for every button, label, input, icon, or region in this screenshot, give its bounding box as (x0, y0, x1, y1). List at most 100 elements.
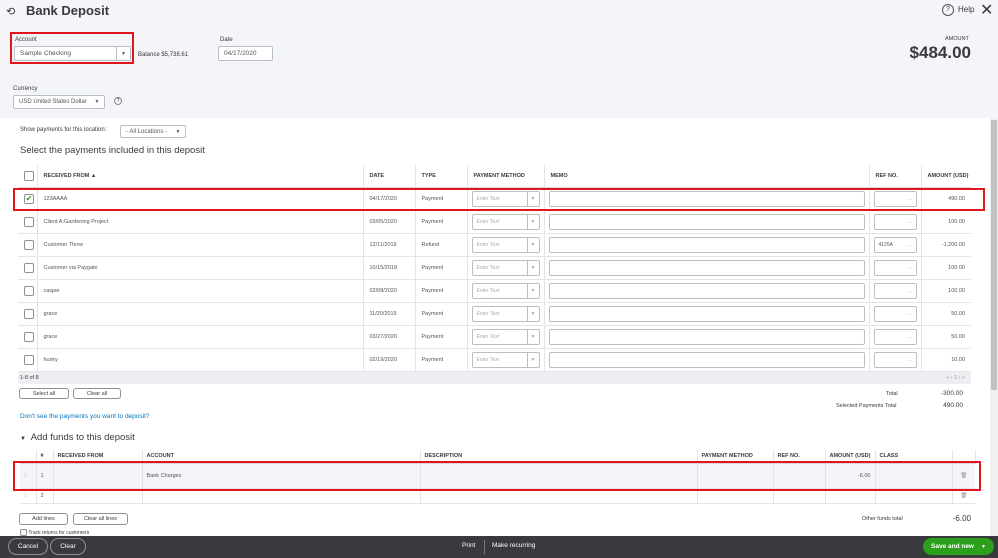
track-returns-checkbox[interactable]: Track returns for customers (20, 529, 89, 536)
add-lines-button[interactable]: Add lines (19, 513, 68, 525)
clear-button[interactable]: Clear (50, 538, 86, 555)
payment-method-select[interactable]: Enter Text ▼ (471, 305, 540, 322)
received-from-link[interactable]: casper (37, 279, 364, 303)
checkbox-cell[interactable] (18, 233, 38, 257)
ref-no-input[interactable]: ... (873, 328, 917, 345)
placeholder: Enter Text (476, 356, 500, 363)
checkbox-cell[interactable] (18, 325, 38, 349)
placeholder: Enter Text (476, 218, 500, 225)
col-type[interactable]: TYPE (415, 165, 468, 188)
ref-no-input[interactable]: ... (873, 213, 917, 230)
col-memo[interactable]: MEMO (544, 165, 870, 188)
payment-method-select[interactable]: Enter Text ▼ (471, 328, 540, 345)
select-all-button[interactable]: Select all (19, 388, 69, 399)
track-returns-label: Track returns for customers (28, 529, 90, 536)
account-balance: Balance $5,738.61 (138, 52, 189, 58)
memo-input[interactable] (548, 236, 865, 253)
date-input[interactable]: 04/17/2020 (218, 46, 273, 61)
clear-all-button[interactable]: Clear all (73, 388, 121, 399)
received-from-link[interactable]: grace (37, 302, 364, 326)
row-checkbox[interactable] (24, 331, 34, 342)
payment-method-select[interactable]: Enter Text ▼ (471, 236, 540, 253)
checkbox[interactable] (20, 529, 27, 536)
col-date[interactable]: DATE (363, 165, 416, 188)
row-checkbox[interactable] (24, 262, 34, 273)
received-from-link[interactable]: Customer via Paygate (37, 256, 364, 280)
help-link[interactable]: Help (958, 5, 974, 14)
print-button[interactable]: Print (462, 542, 475, 549)
more-icon: ... (907, 356, 912, 363)
help-icon[interactable]: ? (942, 4, 954, 16)
scrollbar-thumb[interactable] (991, 120, 997, 390)
memo-input[interactable] (548, 351, 865, 368)
col-received-from[interactable]: RECEIVED FROM ▲ (37, 165, 364, 188)
col-payment-method[interactable]: PAYMENT METHOD (467, 165, 545, 188)
cancel-button[interactable]: Cancel (8, 538, 48, 555)
chevron-down-icon: ▼ (526, 214, 539, 229)
received-from-link[interactable]: grace (37, 325, 364, 349)
date-cell: 03/05/2020 (363, 210, 416, 234)
ref-no-input[interactable]: ... (873, 351, 917, 368)
missing-payments-link[interactable]: Don't see the payments you want to depos… (20, 413, 150, 420)
chevron-down-icon[interactable]: ▼ (981, 544, 986, 550)
memo-input[interactable] (548, 305, 865, 322)
save-and-new-button[interactable]: Save and new ▼ (923, 538, 994, 555)
memo-input[interactable] (548, 213, 865, 230)
chevron-down-icon: ▼ (90, 96, 104, 108)
header-checkbox[interactable] (24, 170, 34, 181)
type-cell: Payment (415, 210, 468, 234)
amount-cell: 50.00 (921, 302, 971, 326)
placeholder: Enter Text (476, 287, 500, 294)
col-amount[interactable]: AMOUNT (USD) (921, 165, 971, 188)
payment-method-select[interactable]: Enter Text ▼ (471, 351, 540, 368)
checkbox-cell[interactable] (18, 348, 38, 372)
ref-no-input[interactable]: 4125A... (873, 236, 917, 253)
checkbox-cell[interactable] (18, 279, 38, 303)
close-icon[interactable]: ✕ (980, 0, 993, 20)
date-cell: 11/20/2019 (363, 302, 416, 326)
header-panel (0, 0, 998, 118)
add-funds-toggle[interactable]: ▼ Add funds to this deposit (20, 432, 135, 443)
scrollbar[interactable] (990, 118, 998, 536)
currency-help-icon[interactable]: ? (114, 97, 122, 105)
chevron-down-icon: ▼ (175, 128, 181, 135)
col-ref-no[interactable]: REF NO. (869, 165, 922, 188)
payment-method-select[interactable]: Enter Text ▼ (471, 259, 540, 276)
memo-input[interactable] (548, 259, 865, 276)
account-select[interactable]: Sample Checking ▼ (14, 46, 131, 61)
clear-all-lines-button[interactable]: Clear all lines (73, 513, 128, 525)
location-select[interactable]: - All Locations - ▼ (120, 125, 186, 138)
checkbox-cell[interactable] (18, 256, 38, 280)
pager-controls[interactable]: « ‹ 1 › » (946, 375, 965, 381)
location-label: Show payments for this location: (20, 127, 107, 133)
ref-no-input[interactable]: ... (873, 282, 917, 299)
amount-cell: 100.00 (921, 279, 971, 303)
memo-input[interactable] (548, 282, 865, 299)
make-recurring-button[interactable]: Make recurring (492, 542, 535, 549)
payment-method-select[interactable]: Enter Text ▼ (471, 282, 540, 299)
more-icon: ... (907, 241, 912, 248)
checkbox-cell[interactable] (18, 302, 38, 326)
ref-no-input[interactable]: ... (873, 259, 917, 276)
memo-input[interactable] (548, 328, 865, 345)
checkbox-cell[interactable] (18, 210, 38, 234)
received-from-link[interactable]: Client A:Gardening Project (37, 210, 364, 234)
row-checkbox[interactable] (24, 216, 34, 227)
page-title: Bank Deposit (26, 3, 110, 18)
currency-select[interactable]: USD United States Dollar ▼ (13, 95, 105, 109)
recent-transactions-icon[interactable]: ⟲ (6, 5, 15, 18)
ref-no-input[interactable]: ... (873, 305, 917, 322)
location-value: - All Locations - (126, 128, 168, 135)
row-checkbox[interactable] (24, 354, 34, 365)
select-all-checkbox-cell[interactable] (18, 165, 38, 188)
received-from-link[interactable]: Customer Three (37, 233, 364, 257)
type-cell: Refund (415, 233, 468, 257)
row-checkbox[interactable] (24, 239, 34, 250)
received-from-link[interactable]: husky (37, 348, 364, 372)
type-cell: Payment (415, 348, 468, 372)
other-funds-label: Other funds total (862, 516, 903, 522)
save-label[interactable]: Save and new (923, 543, 981, 550)
row-checkbox[interactable] (24, 308, 34, 319)
payment-method-select[interactable]: Enter Text ▼ (471, 213, 540, 230)
row-checkbox[interactable] (24, 285, 34, 296)
